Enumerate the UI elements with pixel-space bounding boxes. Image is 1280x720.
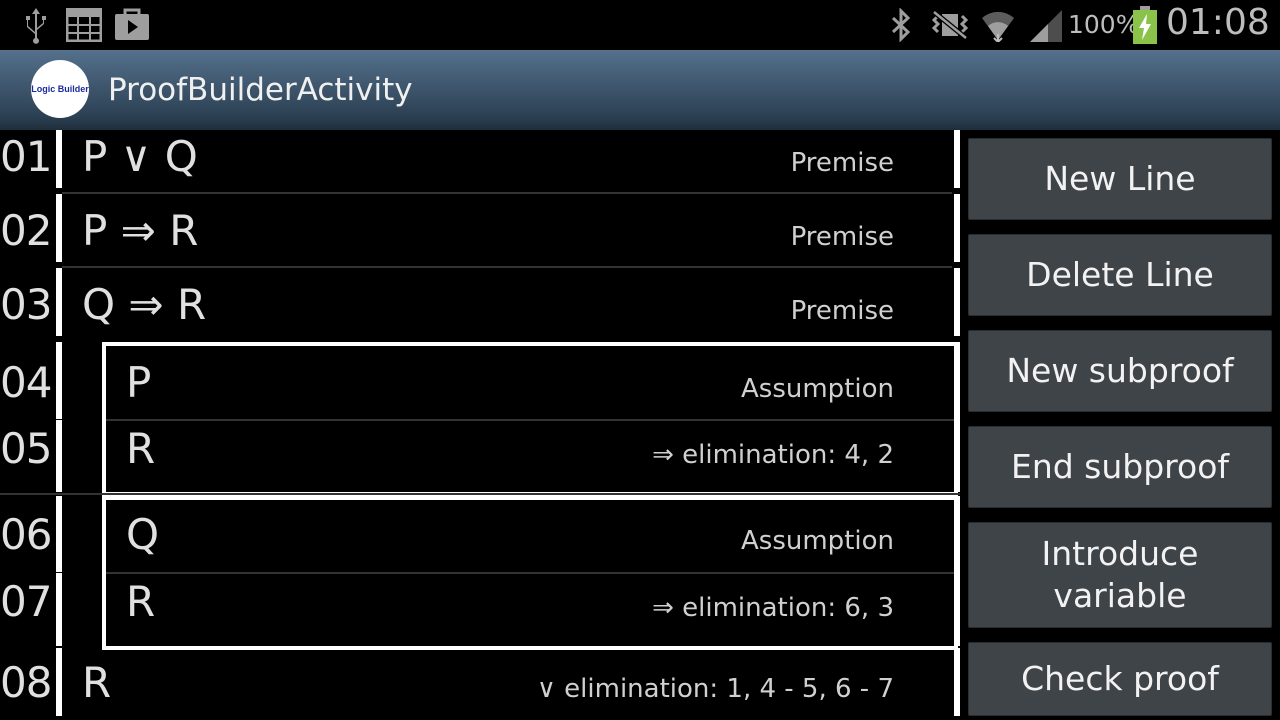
formula: R	[126, 424, 156, 473]
justification: ⇒ elimination: 4, 2	[652, 440, 894, 470]
app-logo-text: Logic Builder	[31, 84, 89, 94]
proof-bar	[56, 194, 62, 262]
battery-charging-icon	[1132, 6, 1158, 48]
proof-bar	[56, 496, 62, 572]
signal-icon	[1028, 8, 1064, 48]
vibrate-muted-icon	[930, 10, 970, 44]
justification: Premise	[790, 296, 894, 326]
formula: P ⇒ R	[82, 206, 199, 255]
battery-percent: 100%	[1068, 10, 1140, 39]
proof-line[interactable]: 08 R ∨ elimination: 1, 4 - 5, 6 - 7	[0, 648, 960, 720]
line-number: 02	[0, 206, 52, 255]
proof-line[interactable]: 06 Q Assumption	[0, 496, 960, 572]
introduce-variable-button[interactable]: Introduce variable	[968, 522, 1272, 628]
proof-right-edge	[954, 268, 960, 336]
justification: Premise	[790, 148, 894, 178]
proof-line[interactable]: 02 P ⇒ R Premise	[0, 194, 960, 268]
end-subproof-button[interactable]: End subproof	[968, 426, 1272, 508]
proof-right-edge	[954, 194, 960, 262]
proof-line[interactable]: 07 R ⇒ elimination: 6, 3	[0, 573, 960, 646]
proof-bar	[56, 420, 62, 492]
action-bar: Logic Builder ProofBuilderActivity	[0, 50, 1280, 130]
play-store-icon	[114, 6, 150, 46]
justification: ∨ elimination: 1, 4 - 5, 6 - 7	[536, 674, 894, 704]
line-number: 06	[0, 510, 52, 559]
justification: ⇒ elimination: 6, 3	[652, 593, 894, 623]
proof-line[interactable]: 04 P Assumption	[0, 342, 960, 419]
app-logo[interactable]: Logic Builder	[31, 60, 89, 118]
proof-bar	[56, 573, 62, 646]
formula: P ∨ Q	[82, 132, 198, 181]
bluetooth-icon	[890, 7, 912, 46]
proof-bar	[56, 130, 62, 188]
new-line-button[interactable]: New Line	[968, 138, 1272, 220]
usb-icon	[22, 6, 50, 48]
new-subproof-button[interactable]: New subproof	[968, 330, 1272, 412]
line-number: 07	[0, 577, 52, 626]
formula: Q ⇒ R	[82, 280, 207, 329]
proof-line[interactable]: 01 P ∨ Q Premise	[0, 130, 960, 194]
proof-bar	[56, 648, 62, 716]
line-number: 08	[0, 658, 52, 707]
calendar-grid-icon	[65, 7, 103, 46]
justification: Premise	[790, 222, 894, 252]
justification: Assumption	[741, 526, 894, 556]
proof-list: 01 P ∨ Q Premise 02 P ⇒ R Premise 03 Q ⇒…	[0, 130, 960, 720]
formula: R	[82, 658, 112, 707]
line-number: 01	[0, 132, 52, 181]
formula: Q	[126, 510, 160, 559]
proof-line[interactable]: 03 Q ⇒ R Premise	[0, 268, 960, 341]
proof-right-edge	[954, 648, 960, 716]
proof-bar	[56, 268, 62, 336]
proof-right-edge	[954, 130, 960, 188]
proof-line[interactable]: 05 R ⇒ elimination: 4, 2	[0, 420, 960, 492]
formula: P	[126, 358, 152, 407]
status-time: 01:08	[1166, 2, 1270, 43]
line-number: 05	[0, 424, 52, 473]
justification: Assumption	[741, 374, 894, 404]
wifi-icon	[980, 6, 1016, 46]
check-proof-button[interactable]: Check proof	[968, 642, 1272, 716]
introduce-variable-label-1: Introduce	[1041, 534, 1199, 573]
line-number: 04	[0, 358, 52, 407]
line-number: 03	[0, 280, 52, 329]
status-bar: 100% 01:08	[0, 0, 1280, 50]
introduce-variable-label-2: variable	[1053, 576, 1187, 615]
formula: R	[126, 577, 156, 626]
proof-bar	[56, 342, 62, 419]
delete-line-button[interactable]: Delete Line	[968, 234, 1272, 316]
page-title: ProofBuilderActivity	[108, 72, 413, 108]
divider	[0, 493, 960, 495]
